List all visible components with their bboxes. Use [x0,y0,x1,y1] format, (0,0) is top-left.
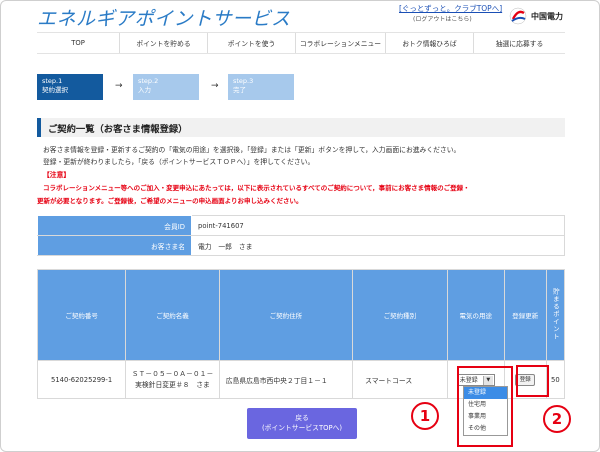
col-points: 貯まるポイント [545,269,566,361]
col-points-label: 貯まるポイント [551,287,560,341]
step-arrow: → [211,81,219,91]
back-button-label: 戻る [295,414,309,422]
member-id-label: 会員ID [37,215,192,236]
register-highlight-box [516,365,549,397]
main-nav: TOP ポイントを貯める ポイントを使う コラボレーションメニュー おトク情報ひ… [37,32,565,54]
col-contract-name: ご契約名義 [125,269,220,361]
table-row: お客さま名 電力 一郎 さま [37,235,565,256]
company-logo-icon [509,7,527,25]
step-number: step.2 [138,77,159,85]
nav-deals[interactable]: おトク情報ひろば [385,33,473,53]
notice-line-1: コラボレーションメニュー等へのご加入・変更申込にあたっては，以下に表示されている… [43,184,470,192]
contract-address: 広島県広島市西中央２丁目１－１ [218,360,354,399]
step-arrow: → [115,81,123,91]
contract-number: 5140-62025299-1 [36,360,127,399]
nav-earn-points[interactable]: ポイントを貯める [119,33,207,53]
contract-type: スマートコース [352,360,448,399]
page-frame: エネルギアポイントサービス [ぐっとずっと。クラブTOPへ] (ログアウトはこち… [0,0,600,452]
table-row: 会員ID point-741607 [37,215,565,236]
contract-name-line-2: 実検針日変更＃８ さま [135,380,210,389]
contract-name-line-1: ＳＴ－０５－０Ａ－０１－ [131,369,214,378]
col-usage: 電気の用途 [446,269,505,361]
step-label: 契約選択 [42,86,68,94]
nav-lottery[interactable]: 抽選に応募する [473,33,565,53]
logout-link[interactable]: (ログアウトはこちら) [413,14,472,23]
step-number: step.3 [233,77,254,85]
col-contract-type: ご契約種別 [352,269,448,361]
step-2: step.2 入力 [133,74,199,100]
instruction-line-1: お客さま情報を登録・更新するご契約の「電気の用途」を選択後，「登録」または「更新… [43,146,461,154]
member-id-value: point-741607 [191,215,565,236]
customer-name-label: お客さま名 [37,235,192,256]
header: エネルギアポイントサービス [ぐっとずっと。クラブTOPへ] (ログアウトはこち… [1,1,599,31]
member-info-table: 会員ID point-741607 お客さま名 電力 一郎 さま [37,215,565,256]
callout-1: 1 [411,402,439,430]
section-title: ご契約一覧（お客さま情報登録） [37,118,565,137]
col-contract-address: ご契約住所 [218,269,354,361]
col-contract-number: ご契約番号 [36,269,127,361]
instruction-line-2: 登録・更新が終わりましたら，「戻る（ポイントサービスＴＯＰへ）」を押してください… [43,158,315,166]
step-3: step.3 完了 [228,74,294,100]
callout-2: 2 [543,405,571,433]
nav-collaboration-menu[interactable]: コラボレーションメニュー [295,33,385,53]
table-header-row: ご契約番号 ご契約名義 ご契約住所 ご契約種別 電気の用途 登録更新 貯まるポイ… [36,269,566,361]
col-register-update: 登録更新 [503,269,547,361]
back-button[interactable]: 戻る (ポイントサービスTOPへ) [247,408,357,439]
nav-use-points[interactable]: ポイントを使う [207,33,295,53]
notice-label: 【注意】 [43,171,71,179]
step-label: 入力 [138,86,151,94]
customer-name-value: 電力 一郎 さま [191,235,565,256]
usage-highlight-box [457,366,513,447]
nav-top[interactable]: TOP [37,33,119,53]
contract-name-cell: ＳＴ－０５－０Ａ－０１－ 実検針日変更＃８ さま [125,360,220,399]
back-button-sublabel: (ポイントサービスTOPへ) [261,424,343,432]
company-name: 中国電力 [531,12,563,21]
site-title[interactable]: エネルギアポイントサービス [37,4,291,31]
club-top-link[interactable]: [ぐっとずっと。クラブTOPへ] [399,3,502,14]
step-1: step.1 契約選択 [37,74,103,100]
step-label: 完了 [233,86,246,94]
step-number: step.1 [42,77,63,85]
notice-line-2: 更新が必要となります。ご登録後，ご希望のメニューの申込画面よりお申し込みください… [37,197,303,205]
